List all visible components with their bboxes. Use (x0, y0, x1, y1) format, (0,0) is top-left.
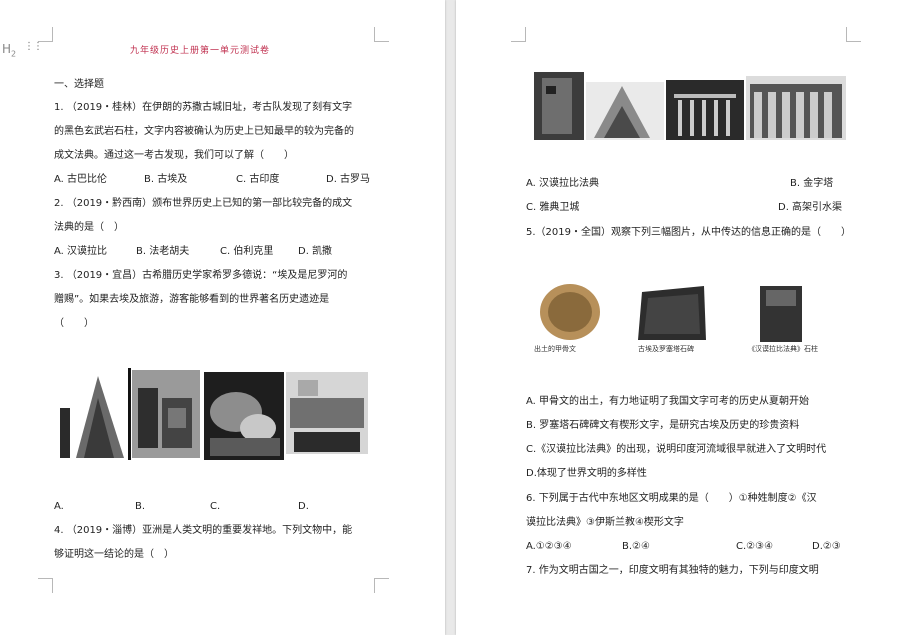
option-a: A. 甲骨文的出土，有力地证明了我国文字可考的历史从夏朝开始 (526, 396, 810, 407)
question-line: 1. （2019・桂林）在伊朗的苏撒古城旧址，考古队发现了刻有文字 (54, 102, 353, 113)
question-line: 2. （2019・黔西南）颁布世界历史上已知的第一部比较完备的成文 (54, 198, 353, 209)
option-b: B. 金字塔 (790, 178, 834, 189)
ancient-monuments-image (58, 368, 368, 460)
option-d: D. (298, 501, 309, 512)
question-line: 6. 下列属于古代中东地区文明成果的是（ ）①种姓制度②《汉 (526, 493, 817, 504)
oracle-stone-pillar-image (540, 284, 802, 342)
option-a: A.①②③④ (526, 541, 572, 552)
option-c: C. (210, 501, 221, 512)
option-d: D.体现了世界文明的多样性 (526, 468, 647, 479)
option-d: D.②③ (812, 541, 841, 552)
option-a: A. 汉谟拉比法典 (526, 178, 600, 189)
question-line: 成文法典。通过这一考古发现，我们可以了解（ ） (54, 150, 294, 161)
artifacts-image (534, 72, 846, 140)
option-d: D. 古罗马 (326, 174, 371, 185)
option-c: C.《汉谟拉比法典》的出现，说明印度河流域很早就进入了文明时代 (526, 444, 827, 455)
option-b: B. 古埃及 (144, 174, 188, 185)
page-title: 九年级历史上册第一单元测试卷 (130, 46, 271, 56)
document-page-right: A. 汉谟拉比法典 B. 金字塔 C. 雅典卫城 D. 高架引水渠 5.（201… (456, 0, 923, 635)
option-c: C. 古印度 (236, 174, 280, 185)
drag-handle-icon[interactable]: ⋮⋮ (24, 42, 43, 52)
question-line: 法典的是（ ） (54, 222, 124, 233)
option-b: B. 法老胡夫 (136, 246, 190, 257)
section-heading: 一、选择题 (54, 79, 104, 90)
question-line: 4. （2019・淄博）亚洲是人类文明的重要发祥地。下列文物中，能 (54, 525, 353, 536)
heading-style-marker[interactable]: H2 (2, 42, 16, 58)
image-caption: 出土的甲骨文 (534, 345, 576, 353)
image-caption: 《汉谟拉比法典》石柱 (748, 345, 818, 353)
margin-corner-mark (38, 27, 53, 42)
option-a: A. (54, 501, 64, 512)
option-a: A. 古巴比伦 (54, 174, 108, 185)
q3-photo-strip (58, 368, 370, 463)
question-line: 5.（2019・全国）观察下列三幅图片，从中传达的信息正确的是（ ） (526, 227, 851, 238)
q4-photo-strip (534, 72, 849, 142)
document-page-left: H2 ⋮⋮ 九年级历史上册第一单元测试卷 一、选择题 1. （2019・桂林）在… (0, 0, 445, 635)
question-line: 赠赐”。如果去埃及旅游，游客能够看到的世界著名历史遗迹是 (54, 294, 330, 305)
question-line: （ ） (54, 318, 94, 329)
question-line: 7. 作为文明古国之一，印度文明有其独特的魅力，下列与印度文明 (526, 565, 819, 576)
q5-photo-strip: 出土的甲骨文 古埃及罗塞塔石碑 《汉谟拉比法典》石柱 (534, 282, 844, 357)
option-a: A. 汉谟拉比 (54, 246, 108, 257)
option-c: C.②③④ (736, 541, 774, 552)
option-b: B.②④ (622, 541, 650, 552)
option-c: C. 雅典卫城 (526, 202, 580, 213)
image-caption: 古埃及罗塞塔石碑 (638, 345, 694, 353)
question-line: 够证明这一结论的是（ ） (54, 549, 174, 560)
margin-corner-mark (38, 578, 53, 593)
option-c: C. 伯利克里 (220, 246, 274, 257)
margin-corner-mark (846, 27, 861, 42)
question-line: 3. （2019・宜昌）古希腊历史学家希罗多德说：“埃及是尼罗河的 (54, 270, 348, 281)
option-b: B. (135, 501, 146, 512)
margin-corner-mark (374, 27, 389, 42)
margin-corner-mark (374, 578, 389, 593)
option-b: B. 罗塞塔石碑碑文有楔形文字，是研究古埃及历史的珍贵资料 (526, 420, 800, 431)
option-d: D. 高架引水渠 (778, 202, 843, 213)
question-line: 的黑色玄武岩石柱，文字内容被确认为历史上已知最早的较为完备的 (54, 126, 354, 137)
question-line: 谟拉比法典》③伊斯兰教④楔形文字 (526, 517, 684, 528)
margin-corner-mark (511, 27, 526, 42)
option-d: D. 凯撒 (298, 246, 333, 257)
